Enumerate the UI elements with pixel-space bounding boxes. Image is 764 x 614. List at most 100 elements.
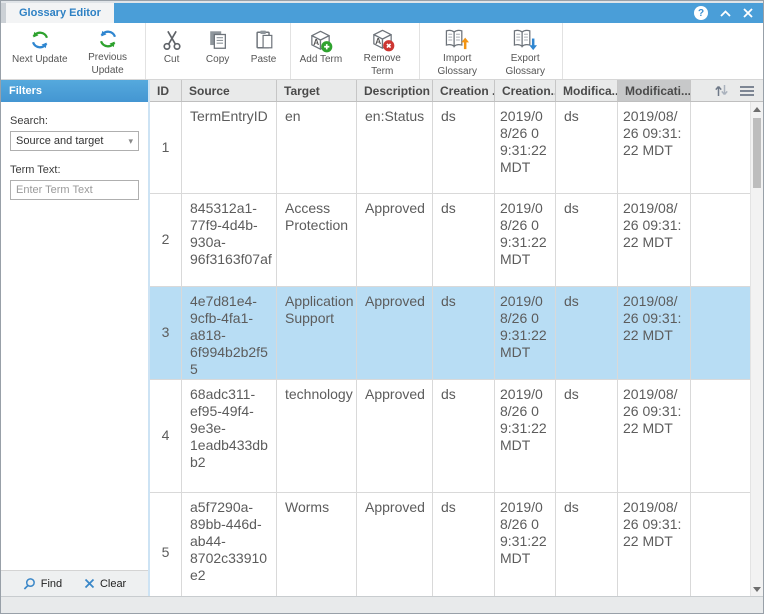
import-glossary-button[interactable]: Import Glossary xyxy=(423,23,491,79)
filters-header: Filters xyxy=(1,80,148,102)
main-area: Filters Search: Source and target ▾ Term… xyxy=(1,80,763,596)
column-header-creation[interactable]: Creation... xyxy=(495,80,556,101)
filters-footer: Find Clear xyxy=(1,570,148,596)
column-header-id[interactable]: ID xyxy=(150,80,182,101)
cell-modification-date[interactable]: 2019/08/26 09:31:22 MDT xyxy=(618,287,691,380)
header-filler xyxy=(691,80,763,101)
cell-modification-date[interactable]: 2019/08/26 09:31:22 MDT xyxy=(618,493,691,596)
toolbar-group: Import Glossary Export Glossary xyxy=(420,23,563,79)
scroll-down-button[interactable] xyxy=(751,582,763,596)
cell-description[interactable]: Approved xyxy=(357,493,433,596)
term-text-input[interactable] xyxy=(10,180,139,200)
cell-modification-date[interactable]: 2019/08/26 09:31:22 MDT xyxy=(618,194,691,287)
search-icon xyxy=(23,577,36,590)
toolbar-button-label: Export Glossary xyxy=(497,53,553,78)
table-row[interactable]: 34e7d81e4-9cfb-4fa1-a818-6f994b2b2f55App… xyxy=(150,287,750,380)
cell-modification-user[interactable]: ds xyxy=(556,380,618,493)
paste-button[interactable]: Paste xyxy=(241,23,287,79)
cell-source[interactable]: a5f7290a-89bb-446d-ab44-8702c33910e2 xyxy=(182,493,277,596)
cell-source[interactable]: TermEntryID xyxy=(182,102,277,194)
cell-modification-user[interactable]: ds xyxy=(556,493,618,596)
copy-button[interactable]: Copy xyxy=(195,23,241,79)
column-header-target[interactable]: Target xyxy=(277,80,357,101)
toolbar-button-label: Remove Term xyxy=(354,53,410,78)
cell-description[interactable]: en:Status xyxy=(357,102,433,194)
remove-term-icon: A xyxy=(370,27,395,52)
cell-creation-user[interactable]: ds xyxy=(433,380,495,493)
cell-description[interactable]: Approved xyxy=(357,287,433,380)
status-bar xyxy=(1,596,763,613)
cell-target[interactable]: Worms xyxy=(277,493,357,596)
cell-modification-user[interactable]: ds xyxy=(556,102,618,194)
clear-label: Clear xyxy=(100,578,126,590)
column-header-creation[interactable]: Creation ... xyxy=(433,80,495,101)
cell-id[interactable]: 1 xyxy=(150,102,182,194)
cut-button[interactable]: Cut xyxy=(149,23,195,79)
close-button[interactable] xyxy=(743,8,753,18)
cell-creation-user[interactable]: ds xyxy=(433,287,495,380)
tab-glossary-editor[interactable]: Glossary Editor xyxy=(6,3,114,23)
table-header: IDSourceTargetDescriptionCreation ...Cre… xyxy=(150,80,763,102)
table-row[interactable]: 2845312a1-77f9-4d4b-930a-96f3163f07afAcc… xyxy=(150,194,750,287)
cell-creation-date[interactable]: 2019/08/26 09:31:22 MDT xyxy=(495,102,556,194)
cell-target[interactable]: Application Support xyxy=(277,287,357,380)
sort-icon[interactable] xyxy=(714,84,729,97)
toolbar-button-label: Next Update xyxy=(12,54,68,67)
cell-source[interactable]: 845312a1-77f9-4d4b-930a-96f3163f07af xyxy=(182,194,277,287)
table-row[interactable]: 468adc311-ef95-49f4-9e3e-1eadb433dbb2tec… xyxy=(150,380,750,493)
toolbar-button-label: Cut xyxy=(164,54,180,67)
clear-button[interactable]: Clear xyxy=(84,578,126,590)
cell-creation-date[interactable]: 2019/08/26 09:31:22 MDT xyxy=(495,287,556,380)
previous-update-button[interactable]: Previous Update xyxy=(74,23,142,79)
collapse-button[interactable] xyxy=(720,10,731,17)
column-header-description[interactable]: Description xyxy=(357,80,433,101)
vertical-scrollbar[interactable] xyxy=(750,102,763,596)
cell-source[interactable]: 4e7d81e4-9cfb-4fa1-a818-6f994b2b2f55 xyxy=(182,287,277,380)
toolbar-button-label: Previous Update xyxy=(80,52,136,77)
cell-target[interactable]: Access Protection xyxy=(277,194,357,287)
search-mode-value: Source and target xyxy=(16,135,103,147)
find-button[interactable]: Find xyxy=(23,577,62,590)
triangle-up-icon xyxy=(753,107,761,112)
cell-creation-user[interactable]: ds xyxy=(433,102,495,194)
cell-modification-date[interactable]: 2019/08/26 09:31:22 MDT xyxy=(618,380,691,493)
cell-target[interactable]: technology xyxy=(277,380,357,493)
cell-source[interactable]: 68adc311-ef95-49f4-9e3e-1eadb433dbb2 xyxy=(182,380,277,493)
refresh-previous-icon xyxy=(97,27,119,51)
toolbar-button-label: Add Term xyxy=(300,54,343,67)
column-header-source[interactable]: Source xyxy=(182,80,277,101)
cell-id[interactable]: 5 xyxy=(150,493,182,596)
cell-modification-date[interactable]: 2019/08/26 09:31:22 MDT xyxy=(618,102,691,194)
scrollbar-thumb[interactable] xyxy=(753,118,761,188)
cell-id[interactable]: 4 xyxy=(150,380,182,493)
column-header-modifica[interactable]: Modifica... xyxy=(556,80,618,101)
cell-creation-date[interactable]: 2019/08/26 09:31:22 MDT xyxy=(495,194,556,287)
column-header-modificati[interactable]: Modificati... xyxy=(618,80,691,101)
cell-modification-user[interactable]: ds xyxy=(556,194,618,287)
remove-term-button[interactable]: A Remove Term xyxy=(348,23,416,79)
cell-description[interactable]: Approved xyxy=(357,194,433,287)
chevron-up-icon xyxy=(720,10,731,17)
cell-creation-user[interactable]: ds xyxy=(433,194,495,287)
search-mode-select[interactable]: Source and target ▾ xyxy=(10,131,139,151)
cell-creation-date[interactable]: 2019/08/26 09:31:22 MDT xyxy=(495,493,556,596)
cell-description[interactable]: Approved xyxy=(357,380,433,493)
columns-menu-icon[interactable] xyxy=(739,85,755,97)
table-row[interactable]: 5a5f7290a-89bb-446d-ab44-8702c33910e2Wor… xyxy=(150,493,750,596)
next-update-button[interactable]: Next Update xyxy=(6,23,74,79)
table-row[interactable]: 1TermEntryIDenen:Statusds2019/08/26 09:3… xyxy=(150,102,750,194)
cell-id[interactable]: 2 xyxy=(150,194,182,287)
add-term-button[interactable]: A Add Term xyxy=(294,23,349,79)
export-glossary-icon xyxy=(512,27,538,52)
cell-id[interactable]: 3 xyxy=(150,287,182,380)
cell-modification-user[interactable]: ds xyxy=(556,287,618,380)
cell-target[interactable]: en xyxy=(277,102,357,194)
help-button[interactable]: ? xyxy=(694,6,708,20)
cell-creation-date[interactable]: 2019/08/26 09:31:22 MDT xyxy=(495,380,556,493)
table-body: 1TermEntryIDenen:Statusds2019/08/26 09:3… xyxy=(150,102,750,596)
window-controls: ? xyxy=(694,3,763,23)
paste-icon xyxy=(253,27,275,53)
scroll-up-button[interactable] xyxy=(751,102,763,116)
cell-creation-user[interactable]: ds xyxy=(433,493,495,596)
export-glossary-button[interactable]: Export Glossary xyxy=(491,23,559,79)
